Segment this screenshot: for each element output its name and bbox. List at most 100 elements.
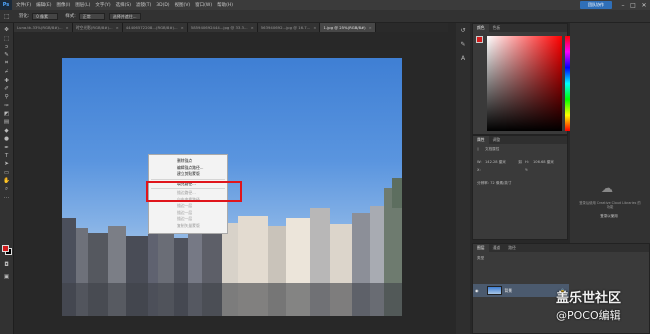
color-picker-field[interactable]: [487, 36, 562, 131]
tab-swatches[interactable]: 色板: [489, 25, 505, 31]
style-select[interactable]: 正常: [78, 12, 105, 20]
document-tabs: Luna.tk-33%(RGB/8#)... × 时空光影(RGB/8#)... ×…: [14, 23, 448, 32]
menu-layer[interactable]: 图层(L): [75, 2, 90, 8]
zoom-tool-icon[interactable]: ⌕: [2, 185, 12, 193]
link-icon[interactable]: ⛓: [518, 160, 523, 164]
tab-color[interactable]: 颜色: [473, 24, 489, 32]
menu-select[interactable]: 选择(S): [116, 2, 131, 8]
more-tools-icon[interactable]: ⋯: [2, 194, 12, 202]
tab-channels[interactable]: 通道: [489, 245, 505, 251]
tab-label: 1.jpg @ 25%(RGB/8#): [323, 25, 366, 30]
tab-doc-4[interactable]: 585940692444...jpg @ 33.3... ×: [187, 23, 258, 32]
close-icon[interactable]: ✕: [639, 0, 649, 10]
eyedropper-tool-icon[interactable]: ⌿: [2, 68, 12, 76]
pen-tool-icon[interactable]: ✒: [2, 143, 12, 151]
healing-brush-tool-icon[interactable]: ✚: [2, 76, 12, 84]
close-icon[interactable]: ×: [116, 25, 119, 30]
layer-filter-kind[interactable]: 类型: [477, 256, 484, 261]
color-panel-tabs: 颜色 色板: [473, 24, 567, 32]
menu-filter[interactable]: 滤镜(T): [136, 2, 151, 8]
marquee-tool-icon[interactable]: ⬚: [2, 34, 12, 42]
menu-view[interactable]: 视图(V): [175, 2, 191, 8]
tab-doc-5[interactable]: 563940692...jpg @ 16.7... ×: [257, 23, 321, 32]
marquee-tool-icon[interactable]: ⬚: [4, 13, 10, 20]
tab-label: 时空光影(RGB/8#)...: [75, 24, 113, 30]
history-brush-tool-icon[interactable]: ✑: [2, 102, 12, 110]
sign-in-button[interactable]: 登录以使用: [594, 214, 624, 219]
x-label: X:: [477, 168, 481, 172]
dodge-tool-icon[interactable]: ●: [2, 135, 12, 143]
close-icon[interactable]: ×: [313, 25, 316, 30]
type-tool-icon[interactable]: T: [2, 152, 12, 160]
height-label: H:: [525, 160, 529, 164]
menu-window[interactable]: 窗口(W): [195, 2, 212, 8]
highlight-annotation: [146, 181, 242, 202]
feather-input[interactable]: 0 像素: [32, 12, 59, 20]
photoshop-window: Ps 文件(F) 编辑(E) 图像(I) 图层(L) 文字(Y) 选择(S) 滤…: [0, 0, 650, 334]
hand-tool-icon[interactable]: ✋: [2, 177, 12, 185]
tab-properties[interactable]: 属性: [473, 136, 489, 144]
eraser-tool-icon[interactable]: ◩: [2, 110, 12, 118]
quick-mask-icon[interactable]: ◘: [2, 261, 12, 269]
quick-select-tool-icon[interactable]: ✎: [2, 51, 12, 59]
crop-tool-icon[interactable]: ⌗: [2, 60, 12, 68]
shape-tool-icon[interactable]: ▭: [2, 169, 12, 177]
foreground-color-swatch[interactable]: [2, 245, 9, 252]
tab-label: Luna.tk-33%(RGB/8#)...: [17, 25, 63, 30]
history-icon[interactable]: ↺: [460, 27, 465, 34]
character-icon[interactable]: A: [461, 55, 465, 62]
brush-tool-icon[interactable]: ✐: [2, 85, 12, 93]
team-collab-button[interactable]: 团队协作: [580, 1, 612, 9]
creative-cloud-icon: ☁: [601, 181, 613, 195]
tab-doc-3[interactable]: 44406572208...(RGB/8#)... ×: [122, 23, 188, 32]
close-icon[interactable]: ×: [66, 25, 69, 30]
tab-adjustments[interactable]: 调整: [489, 137, 505, 143]
minimize-icon[interactable]: –: [618, 0, 628, 10]
visibility-eye-icon[interactable]: ◉: [475, 288, 479, 293]
ps-logo: Ps: [0, 0, 12, 10]
clone-stamp-tool-icon[interactable]: ⚲: [2, 93, 12, 101]
tools-panel: ✥ ⬚ ↄ ✎ ⌗ ⌿ ✚ ✐ ⚲ ✑ ◩ ▤ ◆ ● ✒ T ➤ ▭ ✋ ⌕ …: [0, 23, 14, 334]
menu-bar: Ps 文件(F) 编辑(E) 图像(I) 图层(L) 文字(Y) 选择(S) 滤…: [0, 0, 650, 10]
tab-layers[interactable]: 图层: [473, 244, 489, 252]
y-label: Y:: [525, 168, 528, 172]
gradient-tool-icon[interactable]: ▤: [2, 118, 12, 126]
tab-doc-active[interactable]: 1.jpg @ 25%(RGB/8#) ×: [320, 23, 376, 32]
menu-image[interactable]: 图像(I): [56, 2, 70, 8]
properties-panel-tabs: 属性 调整: [473, 136, 567, 144]
brush-settings-icon[interactable]: ✎: [460, 41, 465, 48]
screen-mode-icon[interactable]: ▣: [2, 273, 12, 281]
menu-3d[interactable]: 3D(D): [156, 3, 169, 8]
refine-edge-button[interactable]: 选择并遮住...: [108, 12, 141, 20]
ctx-item[interactable]: 建立剪贴蒙版: [149, 171, 227, 178]
ctx-item[interactable]: 复制矢量蒙版: [149, 223, 227, 230]
blur-tool-icon[interactable]: ◆: [2, 127, 12, 135]
close-icon[interactable]: ×: [369, 25, 372, 30]
menu-help[interactable]: 帮助(H): [217, 2, 233, 8]
options-bar: ⬚ 羽化: 0 像素 样式: 正常 选择并遮住...: [0, 10, 650, 23]
feather-label: 羽化:: [18, 14, 30, 19]
path-select-tool-icon[interactable]: ➤: [2, 160, 12, 168]
color-panel: 颜色 色板: [472, 23, 570, 135]
move-tool-icon[interactable]: ✥: [2, 26, 12, 34]
close-icon[interactable]: ×: [251, 25, 254, 30]
panel-icons-column: ↺ ✎ A: [456, 23, 470, 334]
layer-row-background[interactable]: ◉ 背景 🔒: [473, 284, 569, 297]
menu-type[interactable]: 文字(Y): [95, 2, 110, 8]
width-value[interactable]: 142.28 厘米: [485, 160, 506, 165]
watermark-subtext: @POCO编辑: [556, 309, 621, 322]
properties-panel: 属性 调整 ▯ 文档属性 W: 142.28 厘米 ⛓ H: 106.68 厘米…: [472, 135, 568, 240]
menu-file[interactable]: 文件(F): [16, 2, 31, 8]
tab-paths[interactable]: 路径: [504, 245, 520, 251]
foreground-color-chip[interactable]: [476, 36, 483, 43]
close-icon[interactable]: ×: [181, 25, 184, 30]
properties-title: 文档属性: [485, 147, 500, 151]
menu-edit[interactable]: 编辑(E): [36, 2, 51, 8]
tab-doc-1[interactable]: Luna.tk-33%(RGB/8#)... ×: [14, 23, 73, 32]
tab-doc-2[interactable]: 时空光影(RGB/8#)... ×: [72, 23, 123, 32]
maximize-icon[interactable]: □: [628, 0, 638, 10]
layer-thumbnail: [486, 286, 502, 295]
document-icon: ▯: [477, 147, 479, 151]
height-value[interactable]: 106.68 厘米: [533, 160, 554, 165]
lasso-tool-icon[interactable]: ↄ: [2, 43, 12, 51]
